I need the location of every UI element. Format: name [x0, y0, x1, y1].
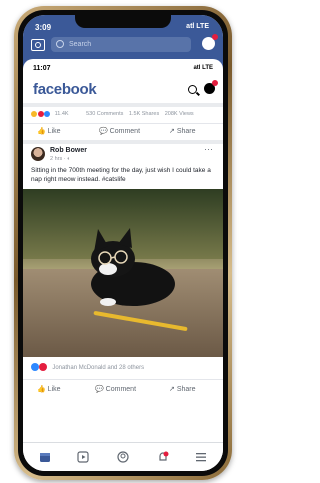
reactions-count[interactable]: 11.4K [55, 111, 69, 117]
comment-label: Comment [105, 386, 137, 393]
search-icon [56, 40, 64, 48]
menu-icon[interactable] [195, 451, 207, 463]
background-status-signal: atl LTE [186, 23, 209, 30]
reaction-icons [31, 111, 51, 117]
facebook-app: 11:07 atl LTE facebook 11.4K 530 Comment… [23, 59, 223, 471]
post-photo[interactable] [23, 189, 223, 357]
like-icon [31, 363, 39, 371]
like-button[interactable]: 👍 Like [37, 385, 61, 393]
notch [75, 15, 171, 28]
post-text: Sitting in the 700th meeting for the day… [31, 167, 211, 183]
messenger-icon[interactable] [202, 34, 218, 50]
profile-icon[interactable] [117, 451, 129, 463]
status-signal: atl LTE [193, 65, 213, 71]
notification-dot [212, 80, 218, 86]
cat-image [91, 228, 175, 306]
post-author[interactable]: Rob Bower [50, 147, 87, 154]
background-status-time: 3:09 [35, 23, 52, 32]
share-label: Share [176, 128, 196, 135]
post-time: 2 hrs · ◐ [50, 156, 70, 162]
like-icon [44, 111, 51, 117]
love-icon [38, 363, 47, 371]
status-time: 11:07 [33, 65, 51, 72]
share-button[interactable]: ↗ Share [169, 385, 196, 393]
phone-frame: 3:09 atl LTE Search 11:07 atl LTE facebo… [14, 6, 232, 480]
views-count: 208K Views [164, 111, 194, 118]
like-label: Like [47, 128, 61, 135]
home-icon[interactable] [39, 451, 51, 463]
shares-count[interactable]: 1.5K Shares [129, 111, 159, 117]
likes-row[interactable]: Jonathan McDonald and 28 others [31, 363, 144, 371]
previous-post-stats: 11.4K 530 Comments 1.5K Shares 208K View… [31, 111, 217, 117]
love-icon [37, 111, 44, 117]
haha-icon [31, 111, 37, 117]
like-button[interactable]: 👍 Like [37, 127, 61, 135]
post-actions: 👍 Like 💬 Comment ↗ Share [23, 379, 223, 400]
like-label: Like [47, 386, 61, 393]
phone-screen: 3:09 atl LTE Search 11:07 atl LTE facebo… [23, 15, 223, 471]
video-icon[interactable] [77, 451, 89, 463]
search-input[interactable]: Search [51, 37, 191, 52]
bell-icon[interactable] [157, 451, 169, 463]
comments-count[interactable]: 530 Comments [86, 111, 123, 117]
comment-label: Comment [109, 128, 141, 135]
avatar[interactable] [31, 147, 45, 161]
comment-button[interactable]: 💬 Comment [99, 127, 140, 135]
more-icon[interactable]: ··· [204, 144, 213, 154]
globe-icon: ◐ [67, 156, 71, 162]
share-button[interactable]: ↗ Share [169, 127, 196, 135]
share-label: Share [176, 386, 196, 393]
previous-post-actions: 👍 Like 💬 Comment ↗ Share [23, 123, 223, 140]
facebook-logo[interactable]: facebook [33, 81, 97, 98]
search-icon[interactable] [188, 85, 197, 94]
bottom-nav [23, 442, 223, 471]
divider [23, 140, 223, 144]
post-time-text: 2 hrs · [50, 156, 68, 162]
divider [23, 103, 223, 107]
search-placeholder: Search [69, 41, 92, 48]
messenger-icon[interactable] [204, 80, 218, 94]
comment-button[interactable]: 💬 Comment [95, 385, 136, 393]
camera-icon[interactable] [31, 39, 45, 51]
likes-text: Jonathan McDonald and 28 others [52, 364, 145, 371]
